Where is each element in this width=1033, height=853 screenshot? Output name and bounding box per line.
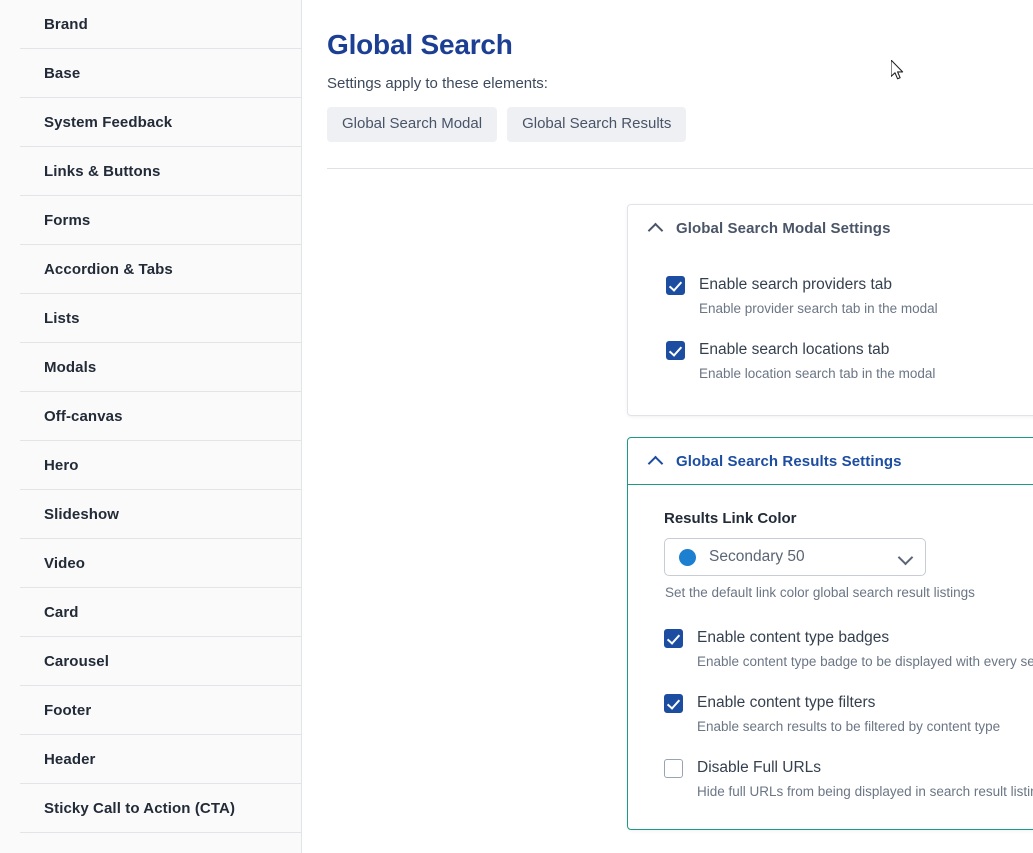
sidebar-item-system-feedback[interactable]: System Feedback — [0, 98, 301, 147]
modal-settings-panel-body: Enable search providers tab Enable provi… — [628, 251, 1033, 383]
checkbox-row-search-providers-tab: Enable search providers tab Enable provi… — [666, 275, 1033, 318]
sidebar-item-modals[interactable]: Modals — [0, 343, 301, 392]
checkbox-label[interactable]: Enable search providers tab — [699, 275, 892, 295]
checkbox-row-disable-full-urls: Disable Full URLs Hide full URLs from be… — [664, 758, 1033, 801]
checkbox-row-content-type-filters: Enable content type filters Enable searc… — [664, 693, 1033, 736]
sidebar-nav: Brand Base System Feedback Links & Butto… — [0, 0, 301, 853]
chevron-down-icon — [899, 550, 913, 564]
checkbox-help-text: Enable search results to be filtered by … — [697, 719, 1001, 734]
results-link-color-field: Results Link Color Secondary 50 Set the … — [664, 509, 1033, 602]
app-root: Brand Base System Feedback Links & Butto… — [0, 0, 1033, 853]
sidebar-item-sticky-cta[interactable]: Sticky Call to Action (CTA) — [0, 784, 301, 833]
sidebar-item-base[interactable]: Base — [0, 49, 301, 98]
chip-global-search-results[interactable]: Global Search Results — [507, 107, 687, 142]
checkbox-line: Enable search providers tab — [666, 275, 1033, 295]
modal-settings-panel-title: Global Search Modal Settings — [676, 219, 891, 237]
checkbox-label[interactable]: Enable content type filters — [697, 693, 875, 713]
results-link-color-value: Secondary 50 — [709, 548, 805, 565]
checkbox-line: Enable content type badges — [664, 628, 1033, 648]
sidebar-item-label: Hero — [44, 457, 79, 474]
chevron-up-icon — [648, 453, 664, 469]
sidebar-item-label: Card — [44, 604, 79, 621]
results-link-color-select[interactable]: Secondary 50 — [664, 538, 926, 576]
sidebar-item-hero[interactable]: Hero — [0, 441, 301, 490]
results-settings-panel-header[interactable]: Global Search Results Settings — [628, 438, 1033, 485]
sidebar-item-accordion-tabs[interactable]: Accordion & Tabs — [0, 245, 301, 294]
page-title: Global Search — [327, 29, 513, 60]
checkbox-disable-full-urls[interactable] — [664, 758, 683, 778]
sidebar-item-label: Footer — [44, 702, 92, 719]
sidebar-item-carousel[interactable]: Carousel — [0, 637, 301, 686]
main-content: Global Search Settings apply to these el… — [301, 0, 1033, 853]
checkbox-enable-content-type-badges[interactable] — [664, 628, 683, 648]
sidebar-item-label: Video — [44, 555, 86, 572]
content-header-block: Global Search Settings apply to these el… — [302, 0, 1033, 169]
sidebar-item-label: Sticky Call to Action (CTA) — [44, 800, 236, 817]
sidebar-item-forms[interactable]: Forms — [0, 196, 301, 245]
checkbox-label[interactable]: Disable Full URLs — [697, 758, 821, 778]
sidebar-item-label: Carousel — [44, 653, 109, 670]
sidebar-item-label: System Feedback — [44, 114, 173, 131]
sidebar-item-list: Brand Base System Feedback Links & Butto… — [0, 0, 301, 833]
sidebar-item-header[interactable]: Header — [0, 735, 301, 784]
checkbox-help-text: Enable provider search tab in the modal — [699, 301, 938, 316]
sidebar-item-label: Brand — [44, 16, 88, 33]
sidebar-item-lists[interactable]: Lists — [0, 294, 301, 343]
chevron-up-icon — [648, 220, 664, 236]
sidebar-item-slideshow[interactable]: Slideshow — [0, 490, 301, 539]
checkbox-row-content-type-badges: Enable content type badges Enable conten… — [664, 628, 1033, 671]
sidebar-item-label: Forms — [44, 212, 91, 229]
global-search-results-settings-panel: Global Search Results Settings Results L… — [627, 437, 1033, 830]
checkbox-line: Disable Full URLs — [664, 758, 1033, 778]
checkbox-help-text: Enable content type badge to be displaye… — [697, 654, 1033, 669]
sidebar-item-label: Modals — [44, 359, 97, 376]
sidebar-item-label: Lists — [44, 310, 80, 327]
results-settings-panel-title: Global Search Results Settings — [676, 452, 902, 470]
header-divider — [327, 168, 1033, 169]
results-link-color-help: Set the default link color global search… — [665, 585, 975, 600]
checkbox-help-text: Enable location search tab in the modal — [699, 366, 936, 381]
checkbox-label[interactable]: Enable search locations tab — [699, 340, 889, 360]
chip-global-search-modal[interactable]: Global Search Modal — [327, 107, 498, 142]
sidebar-item-card[interactable]: Card — [0, 588, 301, 637]
checkbox-help-text: Hide full URLs from being displayed in s… — [697, 784, 1033, 799]
sidebar-item-video[interactable]: Video — [0, 539, 301, 588]
sidebar-item-label: Off-canvas — [44, 408, 123, 425]
sidebar-item-label: Base — [44, 65, 81, 82]
sidebar-item-links-buttons[interactable]: Links & Buttons — [0, 147, 301, 196]
checkbox-label[interactable]: Enable content type badges — [697, 628, 889, 648]
modal-settings-panel-header[interactable]: Global Search Modal Settings — [628, 205, 1033, 251]
checkbox-enable-search-providers-tab[interactable] — [666, 275, 685, 295]
color-swatch-icon — [679, 548, 696, 566]
applies-to-label: Settings apply to these elements: — [327, 75, 548, 92]
sidebar-item-brand[interactable]: Brand — [0, 0, 301, 49]
sidebar-item-label: Accordion & Tabs — [44, 261, 173, 278]
checkbox-row-search-locations-tab: Enable search locations tab Enable locat… — [666, 340, 1033, 383]
results-settings-panel-body: Results Link Color Secondary 50 Set the … — [628, 485, 1033, 801]
sidebar-item-label: Links & Buttons — [44, 163, 161, 180]
checkbox-enable-search-locations-tab[interactable] — [666, 340, 685, 360]
checkbox-line: Enable content type filters — [664, 693, 1033, 713]
checkbox-line: Enable search locations tab — [666, 340, 1033, 360]
global-search-modal-settings-panel: Global Search Modal Settings Enable sear… — [627, 204, 1033, 416]
checkbox-enable-content-type-filters[interactable] — [664, 693, 683, 713]
sidebar-item-label: Slideshow — [44, 506, 120, 523]
sidebar-item-label: Header — [44, 751, 96, 768]
results-link-color-label: Results Link Color — [664, 510, 797, 527]
sidebar-item-off-canvas[interactable]: Off-canvas — [0, 392, 301, 441]
sidebar-item-footer[interactable]: Footer — [0, 686, 301, 735]
applies-to-chip-row: Global Search Modal Global Search Result… — [327, 107, 1033, 142]
